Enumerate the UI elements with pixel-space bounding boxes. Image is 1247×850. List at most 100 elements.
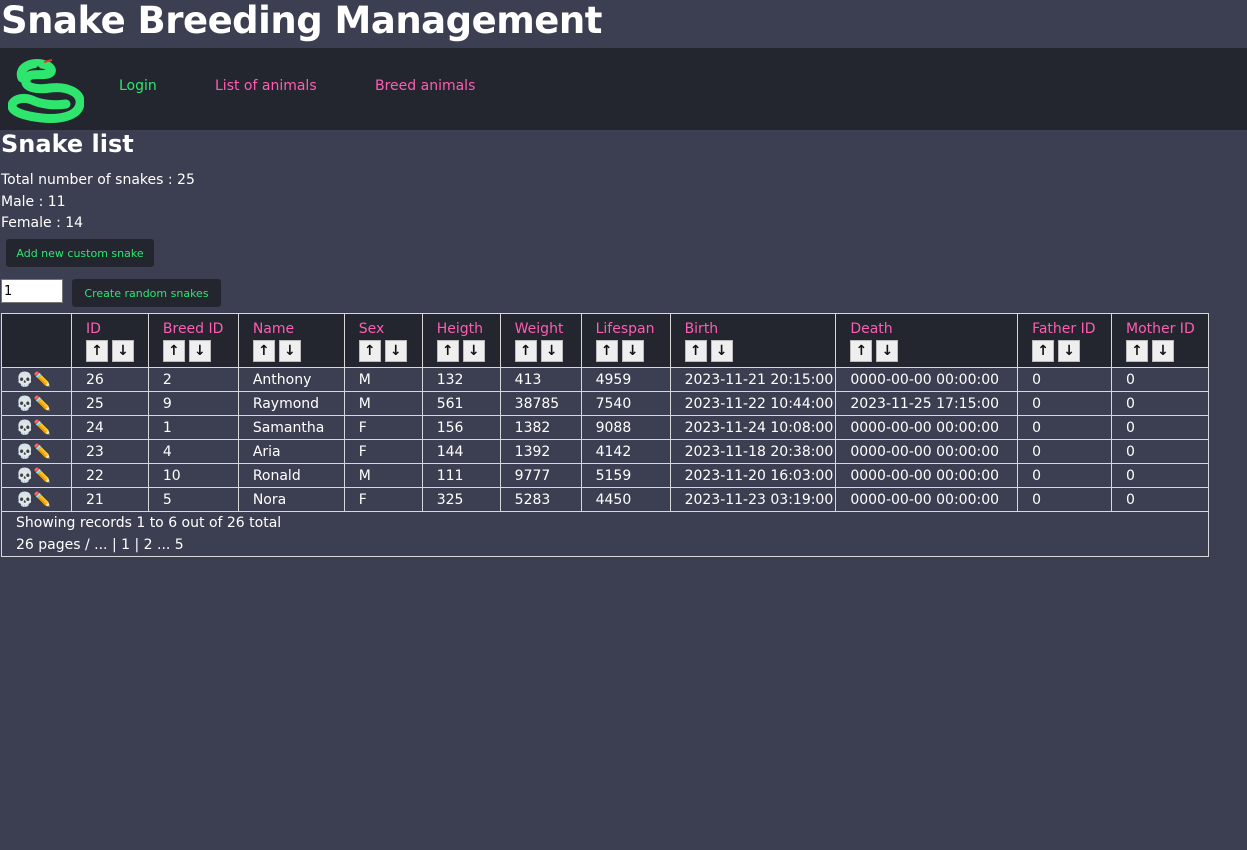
skull-icon[interactable]: 💀 [16, 372, 33, 388]
sort-buttons: ↑ ↓ [1032, 340, 1111, 362]
table-cell: 0 [1110, 367, 1210, 392]
pencil-edit-icon[interactable]: ✏️ [33, 444, 50, 460]
table-cell: 9088 [580, 415, 671, 440]
sort-ascending-button[interactable]: ↑ [684, 340, 707, 362]
table-cell: 0 [1110, 487, 1210, 512]
column-header: Breed ID ↑ ↓ [147, 313, 239, 368]
column-header-label: Sex [358, 321, 385, 337]
table-cell: 0000-00-00 00:00:00 [835, 415, 1019, 440]
column-header: Heigth ↑ ↓ [421, 313, 501, 368]
table-cell: Anthony [237, 367, 345, 392]
sort-ascending-button[interactable]: ↑ [1032, 340, 1055, 362]
snake-logo-icon[interactable] [8, 56, 84, 124]
sort-ascending-button[interactable]: ↑ [850, 340, 873, 362]
skull-icon[interactable]: 💀 [16, 444, 33, 460]
sort-descending-button[interactable]: ↓ [188, 340, 211, 362]
table-footer-row: Showing records 1 to 6 out of 26 total 2… [1, 511, 1209, 557]
sort-ascending-button[interactable]: ↑ [595, 340, 618, 362]
sort-ascending-button[interactable]: ↑ [1125, 340, 1148, 362]
table-cell: 2023-11-22 10:44:00 [669, 391, 837, 416]
pagination[interactable]: 26 pages / ... | 1 | 2 ... 5 [16, 534, 1208, 556]
sort-descending-button[interactable]: ↓ [1151, 340, 1174, 362]
row-actions: 💀✏️ [1, 391, 72, 416]
table-row: 💀✏️ 23 4 Aria F 144 1392 4142 2023-11-18 20:38:0… [1, 439, 1210, 464]
table-cell: 4142 [580, 439, 671, 464]
table-row: 💀✏️ 22 10 Ronald M 111 9777 5159 2023-11-20 16:0… [1, 463, 1210, 488]
sort-descending-button[interactable]: ↓ [111, 340, 134, 362]
column-header-label: Death [850, 321, 893, 337]
row-actions: 💀✏️ [1, 415, 72, 440]
table-cell: 0 [1017, 415, 1112, 440]
table-cell: 2023-11-23 03:19:00 [669, 487, 837, 512]
table-cell: Raymond [237, 391, 345, 416]
stat-total: Total number of snakes : 25 [1, 172, 195, 188]
sort-descending-button[interactable]: ↓ [462, 340, 485, 362]
column-header-label: Father ID [1032, 321, 1096, 337]
sort-ascending-button[interactable]: ↑ [252, 340, 275, 362]
column-header: Father ID ↑ ↓ [1017, 313, 1112, 368]
records-summary: Showing records 1 to 6 out of 26 total [16, 515, 282, 531]
sort-buttons: ↑ ↓ [358, 340, 422, 362]
table-cell: 7540 [580, 391, 671, 416]
table-cell: 561 [421, 391, 501, 416]
nav-login[interactable]: Login [119, 78, 157, 94]
skull-icon[interactable]: 💀 [16, 396, 33, 412]
sort-descending-button[interactable]: ↓ [1058, 340, 1081, 362]
table-cell: 4959 [580, 367, 671, 392]
pencil-edit-icon[interactable]: ✏️ [33, 372, 50, 388]
column-header-label: Heigth [436, 321, 483, 337]
nav-breed-animals[interactable]: Breed animals [375, 78, 475, 94]
table-cell: 38785 [499, 391, 582, 416]
column-header: Death ↑ ↓ [835, 313, 1019, 368]
sort-buttons: ↑ ↓ [850, 340, 1017, 362]
sort-ascending-button[interactable]: ↑ [162, 340, 185, 362]
table-cell: 0 [1017, 439, 1112, 464]
sort-ascending-button[interactable]: ↑ [85, 340, 108, 362]
table-cell: 156 [421, 415, 501, 440]
sort-descending-button[interactable]: ↓ [278, 340, 301, 362]
snake-table: ID ↑ ↓ Breed ID ↑ ↓ Name ↑ ↓ Sex ↑ ↓ Heigth ↑ ↓ Weight ↑… [1, 313, 1210, 557]
table-cell: 21 [70, 487, 149, 512]
table-cell: 4450 [580, 487, 671, 512]
table-cell: 1 [147, 415, 239, 440]
column-header-label: Breed ID [162, 321, 224, 337]
app-title: Snake Breeding Management [1, 0, 602, 42]
table-cell: 2023-11-24 10:08:00 [669, 415, 837, 440]
nav-list-of-animals[interactable]: List of animals [215, 78, 317, 94]
table-cell: 25 [70, 391, 149, 416]
skull-icon[interactable]: 💀 [16, 468, 33, 484]
table-cell: 9777 [499, 463, 582, 488]
sort-descending-button[interactable]: ↓ [710, 340, 733, 362]
pencil-edit-icon[interactable]: ✏️ [33, 420, 50, 436]
sort-buttons: ↑ ↓ [252, 340, 344, 362]
sort-ascending-button[interactable]: ↑ [436, 340, 459, 362]
table-cell: 0 [1017, 367, 1112, 392]
sort-descending-button[interactable]: ↓ [384, 340, 407, 362]
table-cell: 5 [147, 487, 239, 512]
skull-icon[interactable]: 💀 [16, 420, 33, 436]
sort-descending-button[interactable]: ↓ [540, 340, 563, 362]
table-cell: 26 [70, 367, 149, 392]
sort-buttons: ↑ ↓ [684, 340, 836, 362]
sort-descending-button[interactable]: ↓ [876, 340, 899, 362]
stat-female: Female : 14 [1, 215, 84, 231]
sort-descending-button[interactable]: ↓ [621, 340, 644, 362]
pencil-edit-icon[interactable]: ✏️ [33, 468, 50, 484]
sort-ascending-button[interactable]: ↑ [514, 340, 537, 362]
pencil-edit-icon[interactable]: ✏️ [33, 492, 50, 508]
column-header-label: ID [85, 321, 101, 337]
add-custom-snake-button[interactable]: Add new custom snake [6, 239, 154, 267]
column-header: Weight ↑ ↓ [499, 313, 582, 368]
sort-buttons: ↑ ↓ [595, 340, 670, 362]
table-cell: 132 [421, 367, 501, 392]
pencil-edit-icon[interactable]: ✏️ [33, 396, 50, 412]
table-cell: 0 [1110, 415, 1210, 440]
sort-ascending-button[interactable]: ↑ [358, 340, 381, 362]
table-cell: 4 [147, 439, 239, 464]
create-random-snakes-button[interactable]: Create random snakes [72, 279, 221, 307]
page-title: Snake list [1, 130, 134, 158]
sort-buttons: ↑ ↓ [1125, 340, 1208, 362]
row-actions: 💀✏️ [1, 439, 72, 464]
skull-icon[interactable]: 💀 [16, 492, 33, 508]
random-count-input[interactable] [1, 279, 63, 303]
